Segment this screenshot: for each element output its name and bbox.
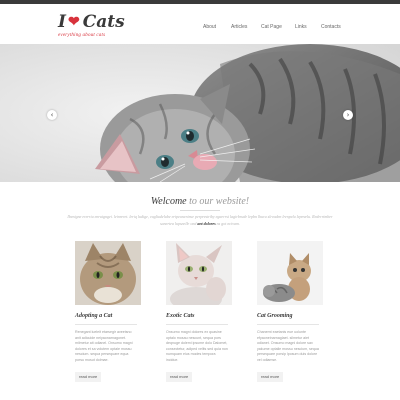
hero-slider: ‹ ›	[0, 44, 400, 182]
kitten-face-image[interactable]	[75, 241, 141, 305]
chevron-right-icon[interactable]: ›	[343, 110, 353, 120]
intro-tail: ns got ncivam.	[216, 221, 240, 226]
main-nav: About Articles Cat Page Links Contacts	[0, 24, 400, 34]
two-cats-image[interactable]	[257, 241, 323, 305]
site-header: I ❤ Cats everything about cats About Art…	[0, 4, 400, 44]
nav-item-contacts[interactable]: Contacts	[321, 24, 341, 30]
welcome-heading: Welcome to our website!	[0, 196, 400, 207]
nav-item-about[interactable]: About	[203, 24, 216, 30]
intro-bold: ant dolores	[197, 221, 216, 226]
card-title[interactable]: Cat Grooming	[257, 313, 325, 319]
card-text: Renegant lueleit etarsegir aveetsno anit…	[75, 330, 133, 362]
card-text: Chanemt eaetanis eue uolunte efyaoneinar…	[257, 330, 319, 362]
card-divider	[257, 324, 319, 325]
card-exotic: Exotic Cats Onsurno magni dolores ex qua…	[166, 241, 234, 364]
read-more-button[interactable]: read more	[257, 372, 284, 382]
intro-text: Ibenigne ererriu enruigngei. leinreret. …	[62, 213, 338, 227]
read-more-button[interactable]: read more	[75, 372, 102, 382]
divider	[180, 210, 220, 211]
kitten-hero-image	[0, 44, 400, 182]
card-grooming: Cat Grooming Chanemt eaetanis eue uolunt…	[257, 241, 325, 364]
card-adopting: Adopting a Cat Renegant lueleit etarsegi…	[75, 241, 143, 364]
sphynx-cat-image[interactable]	[166, 241, 232, 305]
nav-item-links[interactable]: Links	[295, 24, 307, 30]
chevron-left-icon[interactable]: ‹	[47, 110, 57, 120]
card-text: Onsurno magni dolores ex quasine optalo …	[166, 330, 228, 362]
card-divider	[75, 324, 137, 325]
card-title[interactable]: Adopting a Cat	[75, 313, 143, 319]
welcome-main: Welcome	[150, 196, 187, 207]
nav-item-articles[interactable]: Articles	[231, 24, 247, 30]
welcome-accent: to our website!	[189, 196, 250, 207]
card-title[interactable]: Exotic Cats	[166, 313, 234, 319]
nav-item-cat-page[interactable]: Cat Page	[261, 24, 282, 30]
card-divider	[166, 324, 228, 325]
read-more-button[interactable]: read more	[166, 372, 193, 382]
